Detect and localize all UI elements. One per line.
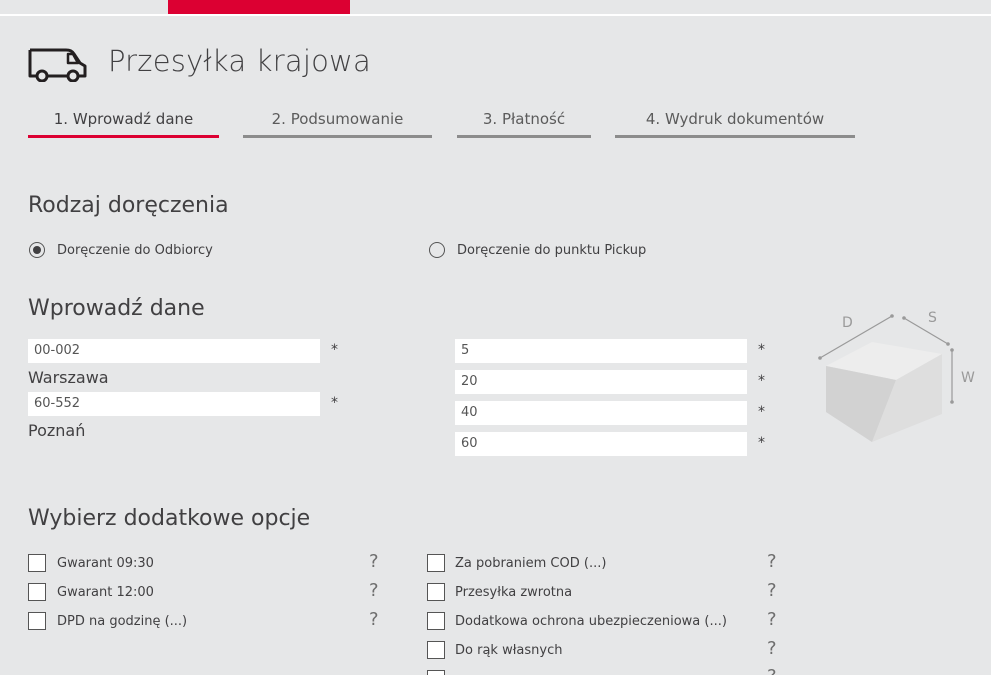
tab-step-4[interactable]: 4. Wydruk dokumentów xyxy=(615,110,855,138)
option-label[interactable]: DPD na godzinę (...) xyxy=(57,614,187,629)
sender-city: Warszawa xyxy=(28,368,109,387)
tab-step-3[interactable]: 3. Płatność xyxy=(457,110,591,138)
option-label[interactable]: Przesyłka zwrotna xyxy=(455,585,572,600)
page-title: Przesyłka krajowa xyxy=(108,44,371,78)
dimension-label-w: W xyxy=(961,370,975,386)
option-label[interactable]: Dodatkowa ochrona ubezpieczeniowa (...) xyxy=(455,614,727,629)
checkbox-insurance[interactable] xyxy=(427,612,445,630)
sender-postcode-input[interactable]: 00-002 xyxy=(28,339,320,363)
height-input[interactable]: 60 xyxy=(455,432,747,456)
radio-delivery-pickup[interactable] xyxy=(429,242,445,258)
help-icon[interactable]: ? xyxy=(369,551,379,572)
options-heading: Wybierz dodatkowe opcje xyxy=(28,506,311,531)
weight-input[interactable]: 5 xyxy=(455,339,747,363)
help-icon[interactable]: ? xyxy=(767,666,777,675)
option-label[interactable]: Za pobraniem COD (...) xyxy=(455,556,606,571)
help-icon[interactable]: ? xyxy=(767,551,777,572)
checkbox-partial[interactable] xyxy=(427,670,445,675)
dimension-label-s: S xyxy=(928,310,937,326)
active-nav-indicator[interactable] xyxy=(168,0,350,14)
checkbox-dpd-na-godzine[interactable] xyxy=(28,612,46,630)
recipient-postcode-input[interactable]: 60-552 xyxy=(28,392,320,416)
recipient-city: Poznań xyxy=(28,421,86,440)
checkbox-gwarant-1200[interactable] xyxy=(28,583,46,601)
required-mark: * xyxy=(758,342,765,358)
help-icon[interactable]: ? xyxy=(369,609,379,630)
option-label[interactable]: Gwarant 09:30 xyxy=(57,556,154,571)
checkbox-gwarant-0930[interactable] xyxy=(28,554,46,572)
width-input[interactable]: 40 xyxy=(455,401,747,425)
required-mark: * xyxy=(758,373,765,389)
dimension-label-d: D xyxy=(842,315,853,331)
delivery-heading: Rodzaj doręczenia xyxy=(28,193,229,218)
radio-delivery-recipient[interactable] xyxy=(29,242,45,258)
help-icon[interactable]: ? xyxy=(767,580,777,601)
truck-icon xyxy=(28,48,87,82)
help-icon[interactable]: ? xyxy=(767,638,777,659)
option-label[interactable]: Gwarant 12:00 xyxy=(57,585,154,600)
help-icon[interactable]: ? xyxy=(767,609,777,630)
top-divider xyxy=(0,14,991,16)
radio-label-pickup[interactable]: Doręczenie do punktu Pickup xyxy=(457,243,646,258)
checkbox-cod[interactable] xyxy=(427,554,445,572)
required-mark: * xyxy=(758,404,765,420)
required-mark: * xyxy=(331,395,338,411)
required-mark: * xyxy=(331,342,338,358)
tab-step-2[interactable]: 2. Podsumowanie xyxy=(243,110,432,138)
data-heading: Wprowadź dane xyxy=(28,296,205,321)
checkbox-personal-delivery[interactable] xyxy=(427,641,445,659)
length-input[interactable]: 20 xyxy=(455,370,747,394)
required-mark: * xyxy=(758,435,765,451)
tab-step-1[interactable]: 1. Wprowadź dane xyxy=(28,110,219,138)
help-icon[interactable]: ? xyxy=(369,580,379,601)
option-label[interactable]: Do rąk własnych xyxy=(455,643,562,658)
package-dimensions-icon: D S W xyxy=(818,310,975,442)
radio-selected-dot xyxy=(33,246,41,254)
radio-label-recipient[interactable]: Doręczenie do Odbiorcy xyxy=(57,243,213,258)
checkbox-return-shipment[interactable] xyxy=(427,583,445,601)
